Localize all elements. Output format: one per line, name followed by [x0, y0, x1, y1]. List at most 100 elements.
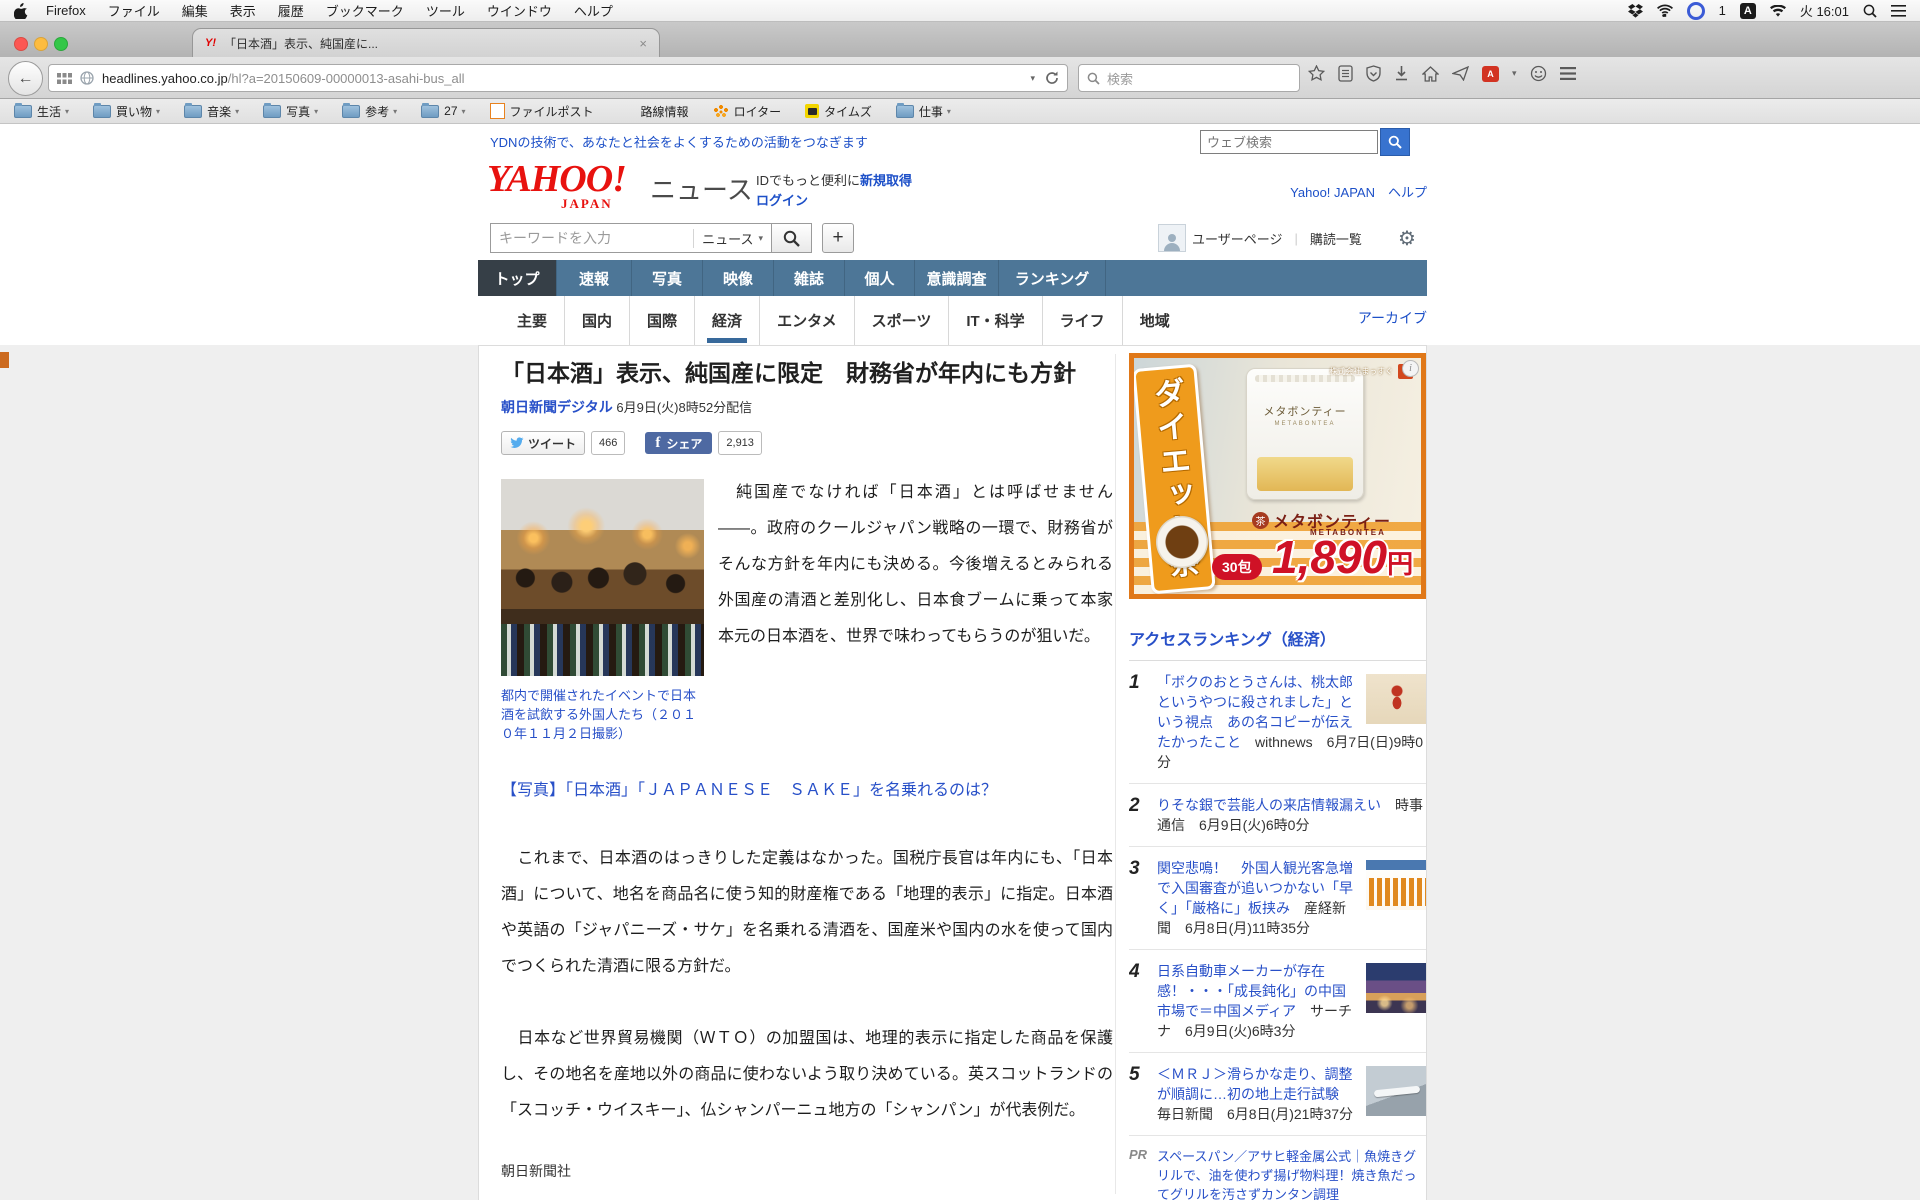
photo-caption[interactable]: 都内で開催されたイベントで日本酒を試飲する外国人たち（２０１０年１１月２日撮影）: [501, 686, 701, 743]
tab-close-icon[interactable]: ×: [639, 36, 647, 51]
wifi-icon[interactable]: [1770, 3, 1786, 19]
article-photo[interactable]: [501, 479, 704, 676]
notification-center-icon[interactable]: [1891, 3, 1906, 19]
bookmark-item[interactable]: 仕事▾: [896, 103, 951, 120]
nav-tab[interactable]: 映像: [703, 260, 774, 296]
pr-label: PR: [1129, 1147, 1153, 1162]
user-avatar-icon[interactable]: [1158, 224, 1186, 252]
url-bar[interactable]: headlines.yahoo.co.jp/hl?a=20150609-0000…: [48, 64, 1068, 92]
shield-icon[interactable]: [1366, 65, 1381, 82]
ranking-thumbnail[interactable]: [1366, 860, 1427, 910]
diet-tea-ad-banner[interactable]: ダイエット茶 メタボンティー METABONTEA 株式会社まっすぐ 茶 メタボ…: [1129, 353, 1426, 599]
dropbox-icon[interactable]: [1628, 3, 1643, 19]
subnav-item[interactable]: IT・科学: [949, 296, 1042, 345]
home-icon[interactable]: [1422, 66, 1439, 82]
yahoo-japan-link[interactable]: Yahoo! JAPAN: [1290, 185, 1375, 200]
browser-tab[interactable]: Y! 「日本酒」表示、純国産に... ×: [192, 28, 660, 57]
nav-tab[interactable]: ランキング: [999, 260, 1106, 296]
ranking-thumbnail[interactable]: [1366, 963, 1427, 1013]
reload-icon[interactable]: [1045, 71, 1059, 85]
downloads-icon[interactable]: [1394, 65, 1409, 82]
bookmark-item[interactable]: ロイター: [713, 103, 782, 120]
ad-info-icon[interactable]: i: [1402, 360, 1419, 377]
menu-item[interactable]: ファイル: [108, 1, 160, 20]
send-icon[interactable]: [1452, 66, 1469, 81]
nav-tab[interactable]: 写真: [632, 260, 703, 296]
minimize-window-button[interactable]: [34, 37, 48, 51]
nav-tab[interactable]: 意識調査: [915, 260, 999, 296]
facebook-share-button[interactable]: fシェア: [645, 432, 712, 454]
pdf-dropdown-icon[interactable]: ▾: [1512, 68, 1517, 79]
menu-hamburger-icon[interactable]: [1560, 67, 1576, 80]
subnav-item[interactable]: 経済: [695, 296, 760, 345]
menu-item[interactable]: ブックマーク: [326, 1, 404, 20]
subnav-item[interactable]: スポーツ: [855, 296, 950, 345]
bookmark-item[interactable]: 生活▾: [14, 103, 69, 120]
ranking-item: 1「ボクのおとうさんは、桃太郎というやつに殺されました」という視点 あの名コピー…: [1129, 661, 1427, 784]
wifi-transfer-icon[interactable]: [1657, 3, 1673, 19]
subnav-item[interactable]: ライフ: [1043, 296, 1123, 345]
ydn-promo-link[interactable]: YDNの技術で、あなたと社会をよくするための活動をつなぎます: [490, 132, 868, 151]
ranking-thumbnail[interactable]: [1366, 674, 1427, 724]
menu-item[interactable]: 履歴: [278, 1, 304, 20]
login-link[interactable]: ログイン: [756, 193, 808, 208]
spotlight-icon[interactable]: [1863, 3, 1877, 19]
menu-item[interactable]: 編集: [182, 1, 208, 20]
ranking-title-link[interactable]: りそな銀で芸能人の来店情報漏えい: [1157, 797, 1381, 813]
nav-tab[interactable]: 速報: [557, 260, 632, 296]
bookmark-item[interactable]: 写真▾: [263, 103, 318, 120]
news-search-scope[interactable]: ニュース▾: [693, 229, 763, 248]
zoom-window-button[interactable]: [54, 37, 68, 51]
nav-tab[interactable]: 雑誌: [774, 260, 845, 296]
subnav-item[interactable]: エンタメ: [760, 296, 855, 345]
bookmark-item[interactable]: 買い物▾: [93, 103, 160, 120]
article-source-link[interactable]: 朝日新聞デジタル: [501, 399, 613, 415]
subscriptions-link[interactable]: 購読一覧: [1310, 229, 1362, 248]
input-source-icon[interactable]: A: [1740, 3, 1756, 19]
bookmark-item[interactable]: 路線情報: [618, 103, 689, 120]
bookmark-item[interactable]: ファイルポスト: [490, 103, 594, 120]
news-search-input[interactable]: キーワードを入力 ニュース▾: [490, 223, 772, 253]
gear-icon[interactable]: ⚙: [1398, 226, 1416, 251]
menu-item[interactable]: ツール: [426, 1, 465, 20]
add-search-button[interactable]: +: [822, 223, 854, 253]
nav-tab[interactable]: 個人: [845, 260, 915, 296]
hello-smiley-icon[interactable]: [1530, 65, 1547, 82]
news-search-button[interactable]: [772, 223, 812, 253]
user-page-link[interactable]: ユーザーページ: [1192, 229, 1282, 248]
menu-item[interactable]: ウインドウ: [487, 1, 552, 20]
menu-item[interactable]: ヘルプ: [574, 1, 613, 20]
photo-gallery-link[interactable]: 【写真】「日本酒」「ＪＡＰＡＮＥＳＥ ＳＡＫＥ」を名乗れるのは？: [501, 775, 997, 807]
close-window-button[interactable]: [14, 37, 28, 51]
menu-item[interactable]: Firefox: [46, 3, 86, 18]
subnav-item[interactable]: 国際: [630, 296, 695, 345]
bookmark-item[interactable]: 27▾: [421, 104, 465, 118]
web-search-button[interactable]: [1380, 128, 1410, 156]
bookmark-item[interactable]: タイムズ: [805, 103, 872, 120]
signup-link[interactable]: 新規取得: [860, 173, 912, 188]
news-search: キーワードを入力 ニュース▾ +: [490, 223, 854, 253]
bookmark-star-icon[interactable]: [1308, 65, 1325, 82]
browser-search-field[interactable]: 検索: [1078, 64, 1300, 92]
url-dropdown-icon[interactable]: ▾: [1030, 73, 1035, 84]
subnav-item[interactable]: 地域: [1123, 296, 1187, 345]
pdf-icon[interactable]: A: [1482, 66, 1499, 82]
tweet-button[interactable]: ツイート: [501, 431, 585, 455]
creative-cloud-icon[interactable]: [1687, 3, 1705, 19]
nav-tab[interactable]: トップ: [478, 260, 557, 296]
ranking-thumbnail[interactable]: [1366, 1066, 1427, 1116]
bookmark-item[interactable]: 音楽▾: [184, 103, 239, 120]
bookmark-item[interactable]: 参考▾: [342, 103, 397, 120]
pr-link[interactable]: スペースパン／アサヒ軽金属公式｜魚焼きグリルで、油を使わず揚げ物料理！焼き魚だっ…: [1157, 1149, 1416, 1200]
help-link[interactable]: ヘルプ: [1388, 185, 1427, 200]
subnav-item[interactable]: 主要: [500, 296, 565, 345]
apple-icon[interactable]: [14, 3, 30, 19]
web-search-input[interactable]: [1200, 130, 1378, 154]
subnav-item[interactable]: 国内: [565, 296, 630, 345]
reading-list-icon[interactable]: [1338, 65, 1353, 82]
menu-item[interactable]: 表示: [230, 1, 256, 20]
yahoo-logo[interactable]: YAHOO! JAPAN: [487, 160, 647, 208]
back-button[interactable]: ←: [8, 61, 43, 96]
grid-icon[interactable]: [57, 73, 72, 84]
ranking-title-link[interactable]: ＜ＭＲＪ＞滑らかな走り、調整が順調に…初の地上走行試験: [1157, 1066, 1352, 1102]
